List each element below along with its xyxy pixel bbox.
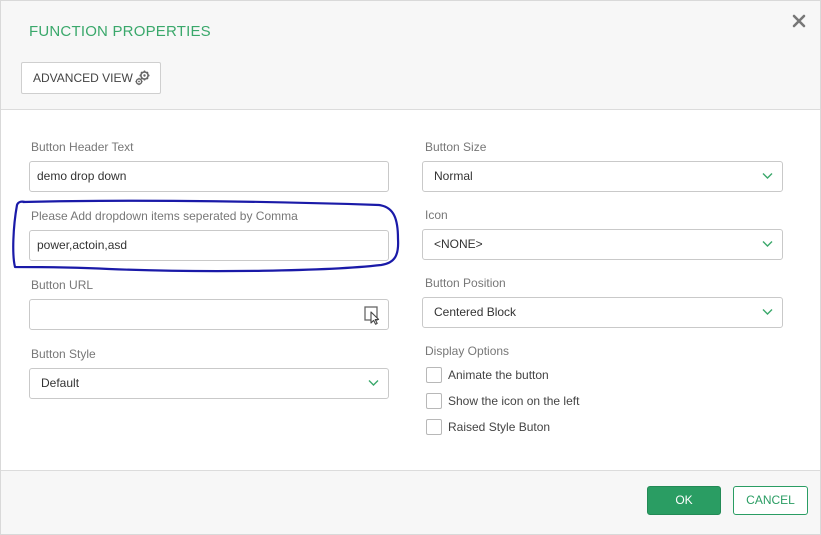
raised-style-checkbox[interactable] (426, 419, 442, 435)
advanced-view-button[interactable]: ADVANCED VIEW (21, 62, 161, 94)
advanced-view-label: ADVANCED VIEW (33, 71, 133, 85)
button-style-label: Button Style (31, 347, 96, 361)
button-url-input[interactable] (29, 299, 389, 330)
dialog-title: FUNCTION PROPERTIES (29, 23, 211, 40)
dropdown-items-label: Please Add dropdown items seperated by C… (31, 209, 298, 223)
close-icon[interactable] (790, 12, 808, 30)
button-style-value: Default (41, 376, 80, 390)
chevron-down-icon (762, 241, 773, 247)
ok-button[interactable]: OK (647, 486, 721, 515)
display-options-label: Display Options (425, 344, 510, 358)
button-position-select[interactable]: Centered Block (422, 297, 783, 328)
function-properties-dialog: FUNCTION PROPERTIES ADVANCED VIEW Button… (0, 0, 821, 535)
button-size-select[interactable]: Normal (422, 161, 783, 192)
gear-icon (135, 70, 150, 86)
button-header-text-input[interactable]: demo drop down (29, 161, 389, 192)
chevron-down-icon (368, 380, 379, 386)
file-pointer-icon[interactable] (364, 305, 382, 325)
button-url-label: Button URL (31, 278, 94, 292)
button-style-select[interactable]: Default (29, 368, 389, 399)
icon-value: <NONE> (434, 237, 483, 251)
dropdown-items-input[interactable]: power,actoin,asd (29, 230, 389, 261)
dialog-header: FUNCTION PROPERTIES ADVANCED VIEW (1, 1, 820, 110)
button-size-label: Button Size (425, 140, 487, 154)
button-position-label: Button Position (425, 276, 506, 290)
icon-label: Icon (425, 208, 448, 222)
animate-button-text: Animate the button (448, 368, 549, 382)
cancel-button[interactable]: CANCEL (733, 486, 808, 515)
button-size-value: Normal (434, 169, 473, 183)
button-header-text-label: Button Header Text (31, 140, 134, 154)
icon-left-checkbox[interactable] (426, 393, 442, 409)
icon-select[interactable]: <NONE> (422, 229, 783, 260)
chevron-down-icon (762, 173, 773, 179)
icon-left-text: Show the icon on the left (448, 394, 580, 408)
raised-style-text: Raised Style Buton (448, 420, 551, 434)
chevron-down-icon (762, 309, 773, 315)
animate-button-checkbox[interactable] (426, 367, 442, 383)
button-position-value: Centered Block (434, 305, 517, 319)
